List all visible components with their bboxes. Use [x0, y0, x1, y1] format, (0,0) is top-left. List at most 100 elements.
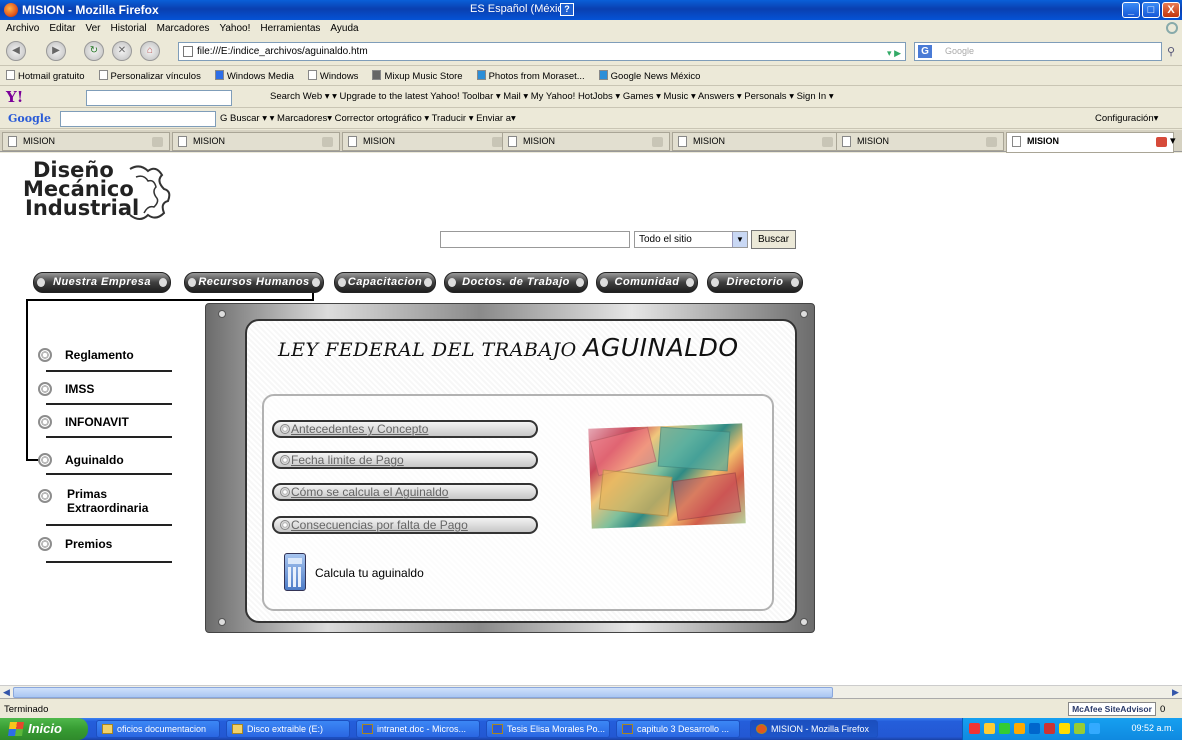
tray-icon[interactable]	[1014, 723, 1025, 734]
task-intranet[interactable]: intranet.doc - Micros...	[356, 720, 480, 738]
nav-capacitacion[interactable]: Capacitacion	[334, 272, 436, 293]
language-help-icon[interactable]: ?	[560, 3, 574, 16]
bookmark-item[interactable]: Mixup Music Store	[372, 70, 463, 82]
url-input[interactable]: file:///E:/indice_archivos/aguinaldo.htm…	[178, 42, 906, 61]
nav-comunidad[interactable]: Comunidad	[596, 272, 698, 293]
bookmark-item[interactable]: Windows	[307, 70, 358, 82]
tab-mision[interactable]: MISION	[502, 132, 670, 151]
divider	[46, 436, 172, 438]
close-icon[interactable]	[822, 137, 833, 147]
task-capitulo[interactable]: capitulo 3 Desarrollo ...	[616, 720, 740, 738]
task-oficios[interactable]: oficios documentacion	[96, 720, 220, 738]
menu-editar[interactable]: Editar	[49, 23, 75, 34]
word-icon	[492, 724, 503, 734]
magnifier-icon[interactable]: ⚲	[1167, 45, 1175, 58]
yahoo-toolbar-items[interactable]: Search Web ▾ ▾ Upgrade to the latest Yah…	[270, 91, 834, 102]
nav-nuestra-empresa[interactable]: Nuestra Empresa	[33, 272, 171, 293]
link-fecha-limite[interactable]: Fecha limite de Pago	[272, 451, 538, 469]
mcafee-siteadvisor-button[interactable]: McAfee SiteAdvisor ▾	[1068, 702, 1156, 726]
back-icon[interactable]: ◀	[6, 41, 26, 61]
calc-link[interactable]: Calcula tu aguinaldo	[315, 566, 424, 580]
menu-herramientas[interactable]: Herramientas	[260, 23, 320, 34]
menu-ver[interactable]: Ver	[85, 23, 100, 34]
sidenav-primas-extraordinaria[interactable]: Primas Extraordinaria	[38, 487, 178, 515]
nav-directorio[interactable]: Directorio	[707, 272, 803, 293]
money-image	[588, 423, 746, 529]
search-placeholder: Google	[945, 46, 975, 56]
tab-mision[interactable]: MISION	[2, 132, 170, 151]
task-disco[interactable]: Disco extraible (E:)	[226, 720, 350, 738]
tray-icon[interactable]	[1044, 723, 1055, 734]
google-toolbar-items[interactable]: G Buscar ▾ ▾ Marcadores▾ Corrector ortog…	[220, 113, 516, 124]
stop-icon[interactable]: ✕	[112, 41, 132, 61]
tray-icon[interactable]	[1089, 723, 1100, 734]
google-search-input[interactable]	[60, 111, 216, 127]
maximize-button[interactable]: □	[1142, 2, 1160, 18]
reload-icon[interactable]: ↻	[84, 41, 104, 61]
link-antecedentes[interactable]: Antecedentes y Concepto	[272, 420, 538, 438]
tray-icon[interactable]	[999, 723, 1010, 734]
language-indicator[interactable]: ES Español (México)	[470, 3, 573, 15]
start-button[interactable]: Inicio	[0, 718, 88, 740]
close-icon[interactable]	[152, 137, 163, 147]
google-config-button[interactable]: Configuración▾	[1095, 113, 1158, 124]
sidenav-premios[interactable]: Premios	[38, 537, 112, 551]
close-button[interactable]: X	[1162, 2, 1180, 18]
search-input[interactable]: G Google	[914, 42, 1162, 61]
menu-archivo[interactable]: Archivo	[6, 23, 39, 34]
close-icon[interactable]	[1156, 137, 1167, 147]
close-icon[interactable]	[652, 137, 663, 147]
sidenav-aguinaldo[interactable]: Aguinaldo	[38, 453, 124, 467]
close-icon[interactable]	[986, 137, 997, 147]
task-label: intranet.doc - Micros...	[377, 724, 467, 734]
tab-mision[interactable]: MISION	[672, 132, 840, 151]
menu-historial[interactable]: Historial	[111, 23, 147, 34]
tray-icon[interactable]	[984, 723, 995, 734]
yahoo-logo[interactable]: Y!	[6, 88, 23, 106]
menu-yahoo[interactable]: Yahoo!	[219, 23, 250, 34]
sidenav-imss[interactable]: IMSS	[38, 382, 94, 396]
tray-icon[interactable]	[1029, 723, 1040, 734]
yahoo-search-input[interactable]	[86, 90, 232, 106]
tray-icon[interactable]	[1074, 723, 1085, 734]
sidenav-infonavit[interactable]: INFONAVIT	[38, 415, 129, 429]
tab-mision[interactable]: MISION	[342, 132, 510, 151]
home-icon[interactable]: ⌂	[140, 41, 160, 61]
link-como-se-calcula[interactable]: Cómo se calcula el Aguinaldo	[272, 483, 538, 501]
menu-marcadores[interactable]: Marcadores	[157, 23, 210, 34]
bill-shape	[589, 426, 657, 477]
menu-ayuda[interactable]: Ayuda	[330, 23, 358, 34]
close-icon[interactable]	[322, 137, 333, 147]
tab-list-icon[interactable]: ▾	[1170, 134, 1176, 147]
tab-mision-active[interactable]: MISION	[1006, 132, 1174, 153]
nav-recursos-humanos[interactable]: Recursos Humanos	[184, 272, 324, 293]
go-icon[interactable]: ▾ ▶	[887, 45, 901, 62]
site-scope-select[interactable]: Todo el sitio ▼	[634, 231, 748, 248]
tab-mision[interactable]: MISION	[172, 132, 340, 151]
tray-icon[interactable]	[969, 723, 980, 734]
nav-doctos-trabajo[interactable]: Doctos. de Trabajo	[444, 272, 588, 293]
divider	[46, 370, 172, 372]
bookmarks-bar: Hotmail gratuito Personalizar vínculos W…	[0, 67, 1182, 86]
bookmark-item[interactable]: Windows Media	[214, 70, 294, 82]
task-tesis[interactable]: Tesis Elisa Morales Po...	[486, 720, 610, 738]
site-search-input[interactable]	[440, 231, 630, 248]
bookmark-item[interactable]: Hotmail gratuito	[6, 70, 85, 82]
minimize-button[interactable]: _	[1122, 2, 1140, 18]
calculator-icon[interactable]	[284, 553, 306, 591]
tab-mision[interactable]: MISION	[836, 132, 1004, 151]
bookmark-item[interactable]: Photos from Moraset...	[476, 70, 585, 82]
tray-icon[interactable]	[1059, 723, 1070, 734]
google-search-icon[interactable]: G	[918, 45, 932, 58]
bookmark-item[interactable]: Personalizar vínculos	[98, 70, 201, 82]
bookmark-item[interactable]: Google News México	[598, 70, 700, 82]
sidenav-reglamento[interactable]: Reglamento	[38, 348, 134, 362]
link-consecuencias[interactable]: Consecuencias por falta de Pago	[272, 516, 538, 534]
scroll-thumb[interactable]	[13, 687, 833, 698]
page-icon	[183, 46, 193, 57]
chevron-down-icon[interactable]: ▼	[732, 232, 747, 247]
site-search-button[interactable]: Buscar	[751, 230, 796, 249]
horizontal-scrollbar[interactable]: ◀ ▶	[0, 685, 1182, 698]
task-mision-firefox[interactable]: MISION - Mozilla Firefox	[750, 720, 878, 738]
forward-icon[interactable]: ▶	[46, 41, 66, 61]
